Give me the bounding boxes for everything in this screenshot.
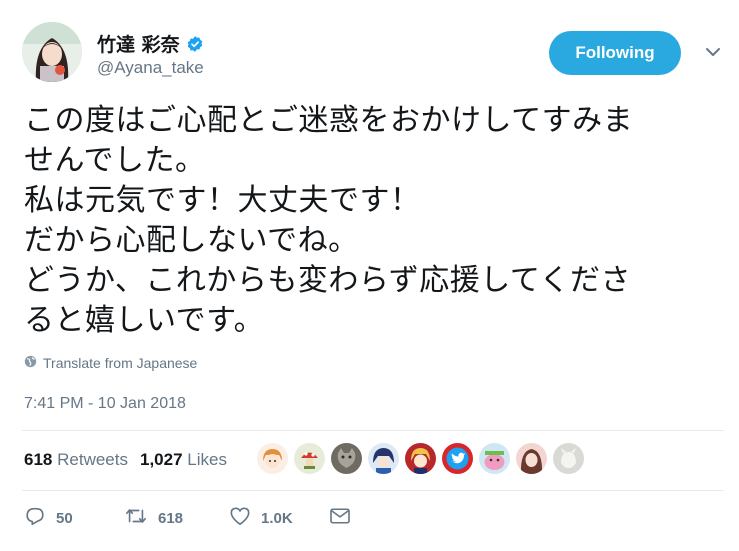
display-name-text[interactable]: 竹達 彩奈: [97, 30, 180, 57]
reply-icon: [24, 505, 46, 531]
avatar[interactable]: [22, 22, 82, 82]
tweet-text: この度はご心配とご迷惑をおかけしてすみま せんでした。 私は元気です！大丈夫です…: [24, 101, 724, 341]
retweet-count: 618: [158, 509, 184, 527]
liker-avatar[interactable]: [479, 443, 510, 474]
tweet-stats: 618 Retweets 1,027 Likes: [24, 450, 227, 470]
following-button[interactable]: Following: [549, 31, 681, 75]
liker-avatar[interactable]: [405, 443, 436, 474]
globe-icon: [24, 355, 37, 371]
tweet-line: ると嬉しいです。: [24, 303, 265, 338]
tweet-line: だから心配しないでね。: [24, 223, 359, 258]
heart-icon: [229, 506, 251, 530]
liker-avatar[interactable]: [331, 443, 362, 474]
user-handle[interactable]: @Ayana_take: [97, 58, 204, 78]
retweets-stat[interactable]: 618 Retweets: [24, 450, 128, 470]
retweets-label: Retweets: [57, 450, 128, 469]
liker-avatar[interactable]: [553, 443, 584, 474]
tweet-line: 私は元気です！大丈夫です！: [24, 183, 421, 218]
liker-avatar[interactable]: [368, 443, 399, 474]
tweet-line: せんでした。: [24, 143, 206, 178]
tweet-actions: 50 618 1.0K: [24, 505, 351, 531]
likes-label: Likes: [187, 450, 227, 469]
liker-avatars: [257, 443, 584, 474]
liker-avatar[interactable]: [516, 443, 547, 474]
likes-count: 1,027: [139, 450, 183, 469]
divider: [22, 430, 724, 431]
tweet-line: どうか、これからも変わらず応援してくださ: [24, 263, 631, 298]
reply-button[interactable]: 50: [24, 505, 124, 531]
display-name[interactable]: 竹達 彩奈: [97, 30, 204, 57]
retweet-button[interactable]: 618: [124, 505, 229, 531]
verified-badge-icon: [186, 35, 204, 53]
likes-stat[interactable]: 1,027 Likes: [140, 450, 227, 470]
reply-count: 50: [56, 509, 73, 527]
liker-avatar[interactable]: [442, 443, 473, 474]
retweets-count: 618: [24, 450, 53, 469]
tweet-line: この度はご心配とご迷惑をおかけしてすみま: [24, 103, 634, 138]
envelope-icon: [329, 507, 351, 529]
like-count: 1.0K: [261, 509, 293, 527]
direct-message-button[interactable]: [329, 507, 351, 529]
tweet-timestamp[interactable]: 7:41 PM - 10 Jan 2018: [24, 395, 186, 413]
divider: [22, 490, 724, 491]
liker-avatar[interactable]: [294, 443, 325, 474]
chevron-down-icon[interactable]: [702, 41, 724, 63]
translate-label[interactable]: Translate from Japanese: [43, 355, 197, 371]
like-button[interactable]: 1.0K: [229, 506, 329, 530]
retweet-icon: [124, 505, 148, 531]
liker-avatar[interactable]: [257, 443, 288, 474]
translate-link[interactable]: Translate from Japanese: [24, 355, 197, 371]
